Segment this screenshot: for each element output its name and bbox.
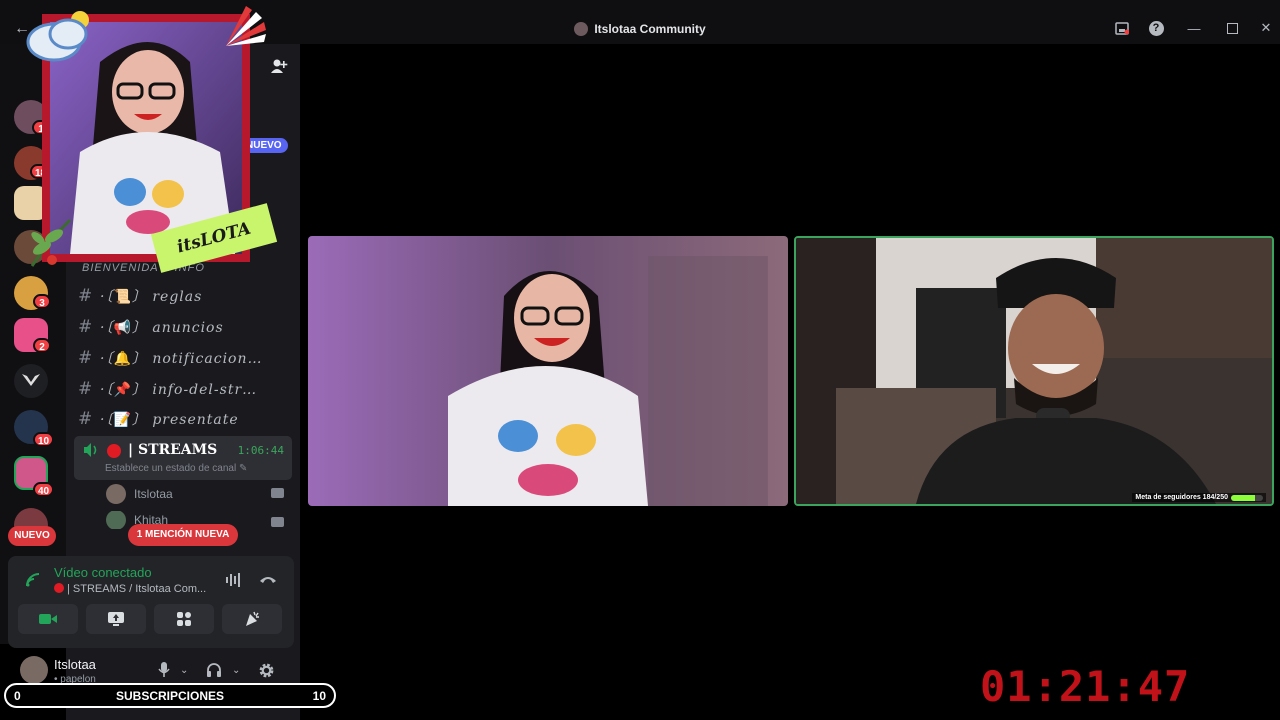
disconnect-icon[interactable] — [258, 572, 278, 592]
server-badge: 10 — [33, 432, 55, 447]
server-badge: 2 — [33, 338, 51, 353]
chevron-down-icon[interactable]: ⌄ — [232, 665, 240, 676]
server-icon — [574, 22, 589, 36]
live-dot-icon — [107, 444, 121, 458]
wing-logo-icon — [22, 374, 40, 386]
avatar — [106, 484, 126, 504]
camera-icon — [271, 488, 284, 498]
avatar — [106, 511, 126, 529]
voice-status-subtitle[interactable]: | STREAMS / Itslotaa Com... — [54, 583, 206, 595]
channel-name: ·〔📜〕 reglas — [100, 289, 203, 305]
follower-goal-bar — [1231, 494, 1263, 501]
soundboard-icon — [246, 611, 259, 626]
follower-goal-label: Meta de seguidores 184/250 — [1135, 494, 1228, 501]
username: Itslotaa — [54, 657, 96, 672]
new-mention-pill[interactable]: 1 MENCIÓN NUEVA — [128, 524, 238, 546]
channel-name: ·〔📢〕 anuncios — [100, 320, 224, 336]
screen-share-button[interactable] — [86, 604, 146, 634]
server-badge: 40 — [33, 482, 55, 497]
video-tile-itslotaa[interactable] — [308, 236, 788, 506]
user-panel: Itslotaa • papelon ⌄ ⌄ — [8, 652, 294, 686]
follower-goal-fill — [1231, 494, 1255, 501]
server-avatar[interactable] — [14, 364, 48, 398]
subs-goal: 10 — [312, 689, 326, 703]
headphones-icon[interactable] — [206, 662, 222, 681]
minimize-icon[interactable]: — — [1182, 20, 1206, 36]
window-title-text: Itslotaa Community — [594, 22, 706, 36]
camera-button[interactable] — [18, 604, 78, 634]
activities-button[interactable] — [154, 604, 214, 634]
voice-elapsed-time: 1:06:44 — [237, 444, 284, 457]
maximize-icon[interactable] — [1224, 20, 1240, 36]
hash-icon: # — [78, 348, 93, 368]
stream-timer: 01:21:47 — [980, 662, 1191, 711]
channel-item[interactable]: # ·〔📝〕 presentate — [78, 406, 292, 432]
channel-name: ·〔🔔〕 notificacion… — [100, 351, 263, 367]
voice-channel-streams[interactable]: | STREAMS 1:06:44 Establece un estado de… — [74, 436, 292, 480]
channel-name: ·〔📝〕 presentate — [100, 412, 239, 428]
hash-icon: # — [78, 409, 93, 429]
close-icon[interactable]: ✕ — [1258, 20, 1274, 36]
channel-item[interactable]: # ·〔🔔〕 notificacion… — [78, 345, 292, 371]
video-feed-image — [308, 236, 788, 506]
voice-connected-panel: Vídeo conectado | STREAMS / Itslotaa Com… — [8, 556, 294, 648]
channel-item[interactable]: # ·〔📢〕 anuncios — [78, 314, 292, 340]
subscriptions-goal-bar: 0 SUBSCRIPCIONES 10 — [4, 683, 336, 708]
server-badge: 3 — [33, 294, 51, 309]
leaf-sticker-icon — [30, 218, 72, 267]
voice-user[interactable]: Itslotaa — [106, 482, 292, 506]
voice-user-name: Itslotaa — [134, 487, 173, 501]
subs-label: SUBSCRIPCIONES — [115, 689, 225, 703]
add-member-icon[interactable] — [270, 58, 288, 78]
noise-suppression-icon[interactable] — [224, 572, 244, 592]
help-icon[interactable]: ? — [1148, 20, 1164, 36]
follower-goal-widget: Meta de seguidores 184/250 — [1132, 493, 1266, 502]
new-servers-pill[interactable]: NUEVO — [8, 526, 56, 546]
chevron-down-icon[interactable]: ⌄ — [180, 665, 188, 676]
hash-icon: # — [78, 286, 93, 306]
voice-status-title: Vídeo conectado — [54, 565, 152, 580]
live-dot-icon — [54, 583, 64, 593]
video-feed-image — [796, 238, 1272, 504]
cloud-sun-sticker-icon — [26, 11, 89, 62]
signal-icon[interactable] — [25, 572, 41, 591]
channel-item[interactable]: # ·〔📌〕 info-del-str… — [78, 376, 292, 402]
fan-sticker-icon — [226, 6, 266, 46]
pencil-icon: ✎ — [239, 463, 248, 474]
inbox-icon[interactable] — [1114, 20, 1130, 36]
video-tile-khitah[interactable]: Meta de seguidores 184/250 — [794, 236, 1274, 506]
avatar[interactable] — [20, 656, 48, 684]
channel-item[interactable]: # ·〔📜〕 reglas — [78, 283, 292, 309]
screen-share-icon — [108, 612, 124, 626]
hash-icon: # — [78, 317, 93, 337]
voice-channel-name: | STREAMS — [128, 442, 218, 458]
settings-gear-icon[interactable] — [258, 662, 275, 682]
channel-status-prompt[interactable]: Establece un estado de canal ✎ — [105, 463, 247, 474]
activities-icon — [177, 612, 191, 626]
soundboard-button[interactable] — [222, 604, 282, 634]
channel-name: ·〔📌〕 info-del-str… — [100, 382, 258, 398]
microphone-icon[interactable] — [158, 662, 170, 681]
hash-icon: # — [78, 379, 93, 399]
camera-icon — [271, 517, 284, 527]
video-camera-icon — [39, 614, 57, 624]
speaker-icon — [82, 442, 100, 458]
